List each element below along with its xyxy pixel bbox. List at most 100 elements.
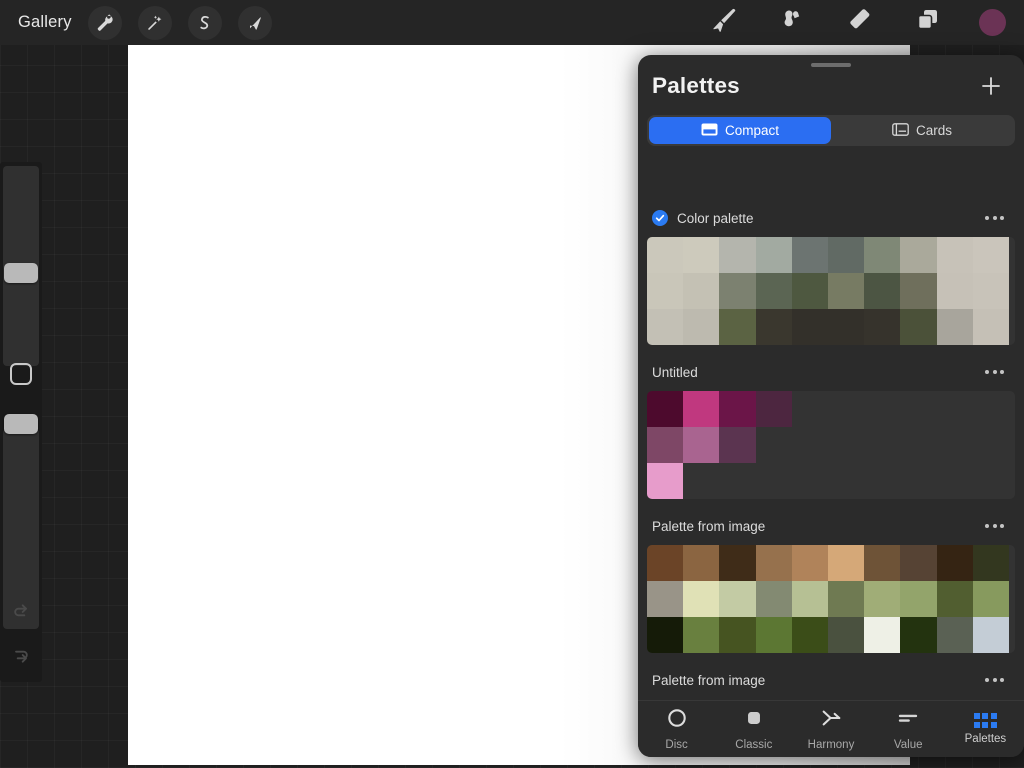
adjustments-button[interactable]: [137, 5, 172, 40]
color-swatch-cell[interactable]: [972, 581, 1009, 617]
color-swatch-cell[interactable]: [719, 391, 756, 427]
palette-swatch-grid[interactable]: [647, 545, 1015, 653]
color-swatch-cell[interactable]: [683, 237, 720, 273]
color-swatch-cell[interactable]: [755, 237, 792, 273]
color-swatch-cell[interactable]: [719, 545, 756, 581]
tab-value[interactable]: Value: [870, 707, 947, 751]
selection-button[interactable]: [187, 5, 222, 40]
color-swatch-cell[interactable]: [827, 545, 865, 581]
color-swatch-cell[interactable]: [900, 545, 937, 581]
redo-button[interactable]: [10, 645, 32, 665]
color-swatch-cell[interactable]: [900, 273, 937, 309]
color-swatch-cell[interactable]: [755, 309, 792, 345]
color-swatch-cell[interactable]: [936, 617, 973, 653]
layers-button[interactable]: [911, 8, 945, 38]
add-palette-button[interactable]: [978, 73, 1004, 99]
actions-wrench-button[interactable]: [87, 5, 122, 40]
color-swatch-cell[interactable]: [647, 463, 684, 499]
color-swatch-cell[interactable]: [972, 617, 1009, 653]
paint-brush-button[interactable]: [707, 8, 741, 38]
color-swatch-cell[interactable]: [683, 617, 720, 653]
smudge-button[interactable]: [775, 8, 809, 38]
color-swatch-cell[interactable]: [864, 581, 901, 617]
color-swatch-cell[interactable]: [791, 237, 828, 273]
color-swatch-cell[interactable]: [755, 545, 792, 581]
color-swatch-cell[interactable]: [683, 391, 720, 427]
palette-menu-button[interactable]: [985, 216, 1004, 220]
tab-disc[interactable]: Disc: [638, 707, 715, 751]
color-swatch-cell[interactable]: [791, 309, 828, 345]
color-swatch-cell[interactable]: [936, 237, 973, 273]
tab-harmony[interactable]: Harmony: [792, 707, 869, 751]
palette-menu-button[interactable]: [985, 370, 1004, 374]
color-swatch-cell[interactable]: [827, 273, 865, 309]
palette-swatch-grid[interactable]: [647, 391, 1015, 499]
color-swatch-cell[interactable]: [755, 391, 792, 427]
color-swatch-cell[interactable]: [972, 309, 1009, 345]
color-swatch-cell[interactable]: [864, 273, 901, 309]
color-swatch-cell[interactable]: [683, 309, 720, 345]
tab-classic[interactable]: Classic: [715, 707, 792, 751]
current-color-swatch[interactable]: [979, 9, 1006, 36]
color-swatch-cell[interactable]: [755, 617, 792, 653]
color-swatch-cell[interactable]: [647, 581, 684, 617]
palette-swatch-grid[interactable]: [647, 237, 1015, 345]
palette-menu-button[interactable]: [985, 678, 1004, 682]
color-swatch-cell[interactable]: [864, 617, 901, 653]
color-swatch-cell[interactable]: [647, 617, 684, 653]
tab-cards[interactable]: Cards: [831, 117, 1013, 144]
color-swatch-cell[interactable]: [719, 427, 756, 463]
color-swatch-cell[interactable]: [791, 617, 828, 653]
color-swatch-cell[interactable]: [936, 545, 973, 581]
palette-selected-checkmark-icon[interactable]: [652, 210, 668, 226]
color-swatch-cell[interactable]: [864, 545, 901, 581]
modify-button[interactable]: [10, 363, 32, 385]
color-swatch-cell[interactable]: [972, 273, 1009, 309]
color-swatch-cell[interactable]: [647, 273, 684, 309]
color-swatch-cell[interactable]: [647, 391, 684, 427]
color-swatch-cell[interactable]: [791, 273, 828, 309]
color-swatch-cell[interactable]: [936, 273, 973, 309]
color-swatch-cell[interactable]: [900, 581, 937, 617]
eraser-button[interactable]: [843, 8, 877, 38]
color-swatch-cell[interactable]: [755, 581, 792, 617]
color-swatch-cell[interactable]: [791, 581, 828, 617]
color-swatch-cell[interactable]: [936, 309, 973, 345]
tab-compact[interactable]: Compact: [649, 117, 831, 144]
opacity-slider-thumb[interactable]: [4, 414, 38, 434]
color-swatch-cell[interactable]: [719, 581, 756, 617]
transform-button[interactable]: [237, 5, 272, 40]
color-swatch-cell[interactable]: [900, 237, 937, 273]
color-swatch-cell[interactable]: [972, 545, 1009, 581]
color-swatch-cell[interactable]: [647, 545, 684, 581]
color-swatch-cell[interactable]: [900, 309, 937, 345]
color-swatch-cell[interactable]: [827, 581, 865, 617]
color-swatch-cell[interactable]: [683, 273, 720, 309]
palette-menu-button[interactable]: [985, 524, 1004, 528]
color-swatch-cell[interactable]: [647, 237, 684, 273]
color-swatch-cell[interactable]: [683, 581, 720, 617]
color-swatch-cell[interactable]: [755, 273, 792, 309]
gallery-button[interactable]: Gallery: [18, 13, 72, 32]
color-swatch-cell[interactable]: [827, 309, 865, 345]
color-swatch-cell[interactable]: [719, 309, 756, 345]
panel-drag-handle[interactable]: [811, 63, 851, 67]
color-swatch-cell[interactable]: [647, 427, 684, 463]
color-swatch-cell[interactable]: [683, 545, 720, 581]
color-swatch-cell[interactable]: [864, 237, 901, 273]
color-swatch-cell[interactable]: [647, 309, 684, 345]
tab-palettes[interactable]: Palettes: [947, 713, 1024, 745]
color-swatch-cell[interactable]: [972, 237, 1009, 273]
palettes-list[interactable]: Color palette Untitled Palette from imag…: [638, 203, 1024, 700]
color-swatch-cell[interactable]: [827, 617, 865, 653]
color-swatch-cell[interactable]: [827, 237, 865, 273]
color-swatch-cell[interactable]: [900, 617, 937, 653]
opacity-slider[interactable]: [3, 429, 39, 629]
color-swatch-cell[interactable]: [719, 273, 756, 309]
color-swatch-cell[interactable]: [719, 237, 756, 273]
color-swatch-cell[interactable]: [936, 581, 973, 617]
color-swatch-cell[interactable]: [864, 309, 901, 345]
undo-button[interactable]: [10, 602, 32, 622]
brush-size-slider-thumb[interactable]: [4, 263, 38, 283]
color-swatch-cell[interactable]: [683, 427, 720, 463]
